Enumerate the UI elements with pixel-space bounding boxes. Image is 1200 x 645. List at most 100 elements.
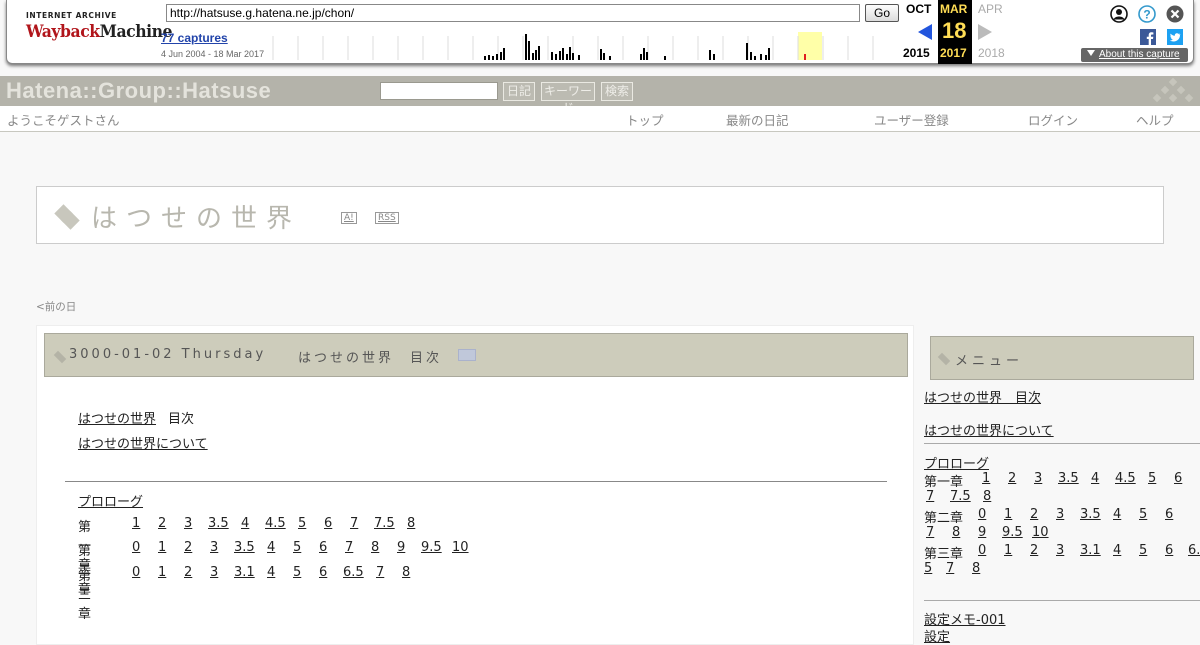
close-icon[interactable] xyxy=(1166,5,1184,23)
sidebar-chapter-link[interactable]: 3 xyxy=(1056,507,1064,522)
wayback-prev-month[interactable]: OCT xyxy=(906,2,931,16)
sidebar-chapter-link[interactable]: 6 xyxy=(1174,471,1182,486)
wayback-prev-year[interactable]: 2015 xyxy=(903,46,930,60)
link-world[interactable]: はつせの世界 xyxy=(78,408,156,427)
twitter-icon[interactable] xyxy=(1167,29,1183,45)
sidebar-chapter-link[interactable]: 5 xyxy=(1148,471,1156,486)
nav-login[interactable]: ログイン xyxy=(1028,110,1078,129)
sidebar-chapter-link[interactable]: 10 xyxy=(1032,525,1049,540)
sidebar-chapter-link[interactable]: 5 xyxy=(1139,543,1147,558)
sidebar-chapter-link[interactable]: 7.5 xyxy=(950,489,971,504)
chapter-link[interactable]: 8 xyxy=(407,516,415,531)
chapter-link[interactable]: 9.5 xyxy=(421,540,442,555)
sidebar-chapter-link[interactable]: 9.5 xyxy=(1002,525,1023,540)
chapter-link[interactable]: 0 xyxy=(132,540,140,555)
wayback-captures-link[interactable]: 77 captures xyxy=(161,31,228,45)
sidebar-chapter-link[interactable]: 9 xyxy=(978,525,986,540)
day-date-link[interactable]: 3000-01-02 Thursday xyxy=(69,347,266,362)
help-icon[interactable]: ? xyxy=(1138,5,1156,23)
sidebar-chapter-link[interactable]: 2 xyxy=(1030,507,1038,522)
chapter-link[interactable]: 3 xyxy=(184,516,192,531)
sidebar-chapter-link[interactable]: 6 xyxy=(1165,543,1173,558)
chapter-link[interactable]: 1 xyxy=(132,516,140,531)
nav-top[interactable]: トップ xyxy=(626,110,664,129)
sidebar-chapter-link[interactable]: 4 xyxy=(1113,507,1121,522)
chapter-link[interactable]: 7 xyxy=(345,540,353,555)
antenna-badge[interactable]: A! xyxy=(341,212,357,224)
sidebar-chapter-link[interactable]: 3.5 xyxy=(1058,471,1079,486)
facebook-icon[interactable] xyxy=(1140,29,1156,45)
nav-help[interactable]: ヘルプ xyxy=(1136,110,1174,129)
sidebar-chapter-link[interactable]: 4 xyxy=(1091,471,1099,486)
wayback-logo[interactable]: INTERNET ARCHIVE WaybackMachine xyxy=(26,11,172,51)
sidebar-chapter-link[interactable]: 7 xyxy=(926,489,934,504)
chapter-link[interactable]: 4 xyxy=(241,516,249,531)
nav-user-register[interactable]: ユーザー登録 xyxy=(874,110,949,129)
sidebar-memo-sub[interactable]: 設定 xyxy=(924,626,950,645)
chapter-link[interactable]: 2 xyxy=(158,516,166,531)
chapter-link[interactable]: 9 xyxy=(397,540,405,555)
sidebar-chapter-link[interactable]: 2 xyxy=(1008,471,1016,486)
edit-icon[interactable] xyxy=(458,349,476,361)
chapter-link[interactable]: 2 xyxy=(184,565,192,580)
chapter-link[interactable]: 5 xyxy=(293,540,301,555)
chapter-link[interactable]: 2 xyxy=(184,540,192,555)
sidebar-chapter-link[interactable]: 8 xyxy=(983,489,991,504)
sidebar-chapter-link[interactable]: 3 xyxy=(1056,543,1064,558)
wayback-url-input[interactable] xyxy=(166,4,860,22)
chapter-link[interactable]: 6.5 xyxy=(343,565,364,580)
chapter-link[interactable]: 8 xyxy=(402,565,410,580)
sidebar-chapter-link[interactable]: 1 xyxy=(1004,543,1012,558)
sidebar-link-toc[interactable]: はつせの世界 目次 xyxy=(924,387,1041,406)
user-icon[interactable] xyxy=(1110,5,1128,23)
sidebar-chapter-link[interactable]: 5 xyxy=(924,561,932,576)
chapter-link[interactable]: 3.5 xyxy=(234,540,255,555)
wayback-capture-sparkline[interactable] xyxy=(272,32,898,60)
wayback-go-button[interactable]: Go xyxy=(865,4,899,22)
chapter-link[interactable]: 3.1 xyxy=(234,565,255,580)
chapter-link[interactable]: 4 xyxy=(267,540,275,555)
prologue-link[interactable]: プロローグ xyxy=(78,491,143,510)
chapter-link[interactable]: 7.5 xyxy=(374,516,395,531)
chapter-link[interactable]: 5 xyxy=(298,516,306,531)
chapter-link[interactable]: 7 xyxy=(376,565,384,580)
sidebar-chapter-link[interactable]: 8 xyxy=(952,525,960,540)
sidebar-chapter-link[interactable]: 3 xyxy=(1034,471,1042,486)
chapter-link[interactable]: 3 xyxy=(210,565,218,580)
sidebar-chapter-link[interactable]: 3.5 xyxy=(1080,507,1101,522)
sidebar-chapter-link[interactable]: 5 xyxy=(1139,507,1147,522)
rss-badge[interactable]: RSS xyxy=(375,212,399,224)
sidebar-chapter-link[interactable]: 3.1 xyxy=(1080,543,1101,558)
chapter-link[interactable]: 0 xyxy=(132,565,140,580)
wayback-prev-arrow-icon[interactable] xyxy=(918,24,932,40)
chapter-link[interactable]: 7 xyxy=(350,516,358,531)
search-diary-button[interactable]: 日記 xyxy=(503,82,535,101)
chapter-link[interactable]: 3 xyxy=(210,540,218,555)
hatena-group-logo[interactable]: Hatena::Group::Hatsuse xyxy=(6,78,271,104)
sidebar-chapter-link[interactable]: 2 xyxy=(1030,543,1038,558)
sidebar-chapter-link[interactable]: 7 xyxy=(926,525,934,540)
chapter-link[interactable]: 5 xyxy=(293,565,301,580)
sidebar-chapter-link[interactable]: 7 xyxy=(946,561,954,576)
search-submit-button[interactable]: 検索 xyxy=(601,82,633,101)
day-entry-title[interactable]: はつせの世界 目次 xyxy=(298,347,442,366)
sidebar-chapter-link[interactable]: 0 xyxy=(978,543,986,558)
chapter-link[interactable]: 8 xyxy=(371,540,379,555)
diary-title[interactable]: はつせの世界 xyxy=(91,198,301,235)
chapter-link[interactable]: 1 xyxy=(158,565,166,580)
sidebar-link-about[interactable]: はつせの世界について xyxy=(924,420,1054,439)
search-keyword-button[interactable]: キーワード xyxy=(541,82,595,115)
chapter-link[interactable]: 1 xyxy=(158,540,166,555)
chapter-link[interactable]: 6 xyxy=(319,540,327,555)
sidebar-chapter-link[interactable]: 1 xyxy=(1004,507,1012,522)
chapter-link[interactable]: 6 xyxy=(324,516,332,531)
chapter-link[interactable]: 10 xyxy=(452,540,469,555)
chapter-link[interactable]: 4.5 xyxy=(265,516,286,531)
sidebar-chapter-link[interactable]: 1 xyxy=(982,471,990,486)
sidebar-chapter-link[interactable]: 8 xyxy=(972,561,980,576)
sidebar-chapter-link[interactable]: 0 xyxy=(978,507,986,522)
nav-latest-diary[interactable]: 最新の日記 xyxy=(726,110,789,129)
sidebar-chapter-link[interactable]: 6 xyxy=(1165,507,1173,522)
sidebar-chapter-link[interactable]: 4.5 xyxy=(1115,471,1136,486)
link-about-world[interactable]: はつせの世界について xyxy=(78,433,208,452)
